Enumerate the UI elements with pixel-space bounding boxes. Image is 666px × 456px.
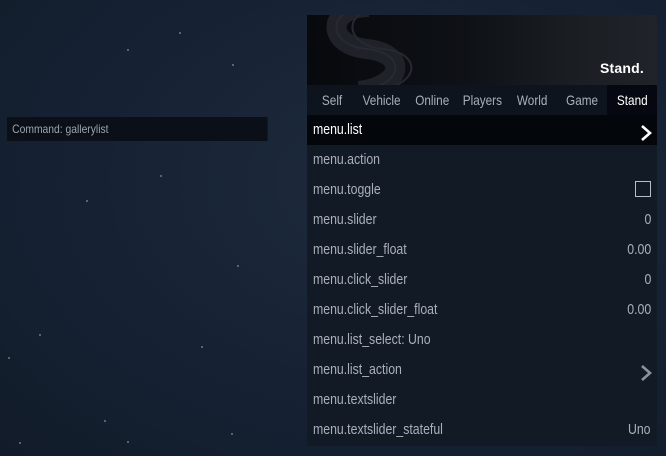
tab-online[interactable]: Online [407, 85, 457, 115]
star-dot [231, 433, 233, 435]
menu-item-menu-list-select-uno[interactable]: menu.list_select: Uno [307, 325, 657, 355]
tab-bar: Self Vehicle Online Players World Game Stand [307, 85, 657, 115]
menu-item-label: menu.list_action [313, 361, 402, 378]
command-text: Command: gallerylist [12, 122, 109, 136]
menu-item-label: menu.click_slider_float [313, 301, 438, 318]
menu-item-menu-click-slider[interactable]: menu.click_slider 0 [307, 265, 657, 295]
star-dot [179, 32, 181, 34]
menu-item-menu-textslider[interactable]: menu.textslider [307, 385, 657, 415]
star-dot [127, 49, 129, 51]
command-console[interactable]: Command: gallerylist [7, 117, 268, 141]
menu-header: Stand. [307, 15, 657, 85]
tab-label: World [516, 92, 548, 108]
menu-item-menu-textslider-stateful[interactable]: menu.textslider_stateful Uno [307, 415, 657, 445]
tab-label: Online [415, 92, 449, 108]
menu-item-value: 0.00 [627, 301, 651, 318]
star-dot [19, 442, 21, 444]
tab-label: Stand [616, 92, 648, 108]
stand-menu: Stand. Self Vehicle Online Players World Game… [307, 15, 657, 446]
menu-item-label: menu.slider [313, 211, 377, 228]
menu-item-menu-slider-float[interactable]: menu.slider_float 0.00 [307, 235, 657, 265]
menu-item-menu-click-slider-float[interactable]: menu.click_slider_float 0.00 [307, 295, 657, 325]
menu-item-menu-slider[interactable]: menu.slider 0 [307, 205, 657, 235]
star-dot [104, 420, 106, 422]
tab-vehicle[interactable]: Vehicle [357, 85, 407, 115]
star-dot [237, 265, 239, 267]
menu-item-value: 0 [644, 211, 651, 228]
star-dot [201, 346, 203, 348]
chevron-right-icon [639, 362, 653, 381]
star-dot [160, 175, 162, 177]
menu-item-label: menu.action [313, 151, 381, 168]
tab-label: Self [321, 92, 343, 108]
tab-label: Players [462, 92, 502, 108]
toggle-checkbox[interactable] [635, 181, 651, 197]
menu-item-value: 0 [644, 271, 651, 288]
tab-stand[interactable]: Stand [607, 85, 657, 115]
menu-item-label: menu.list_select: Uno [313, 331, 431, 348]
tab-world[interactable]: World [507, 85, 557, 115]
tab-label: Game [565, 92, 599, 108]
star-dot [8, 357, 10, 359]
star-dot [39, 334, 41, 336]
menu-item-menu-toggle[interactable]: menu.toggle [307, 175, 657, 205]
menu-item-menu-list[interactable]: menu.list [307, 115, 657, 145]
brand-name: Stand. [600, 60, 644, 76]
menu-item-value: Uno [628, 421, 651, 438]
menu-item-label: menu.textslider [313, 391, 397, 408]
star-dot [127, 441, 129, 443]
star-dot [86, 200, 88, 202]
star-dot [232, 64, 234, 66]
menu-item-menu-list-action[interactable]: menu.list_action [307, 355, 657, 385]
menu-item-label: menu.slider_float [313, 241, 407, 258]
menu-item-label: menu.textslider_stateful [313, 421, 443, 438]
menu-item-value: 0.00 [627, 241, 651, 258]
tab-self[interactable]: Self [307, 85, 357, 115]
menu-item-label: menu.toggle [313, 181, 381, 198]
menu-item-label: menu.click_slider [313, 271, 408, 288]
menu-item-label: menu.list [313, 121, 363, 138]
menu-item-menu-action[interactable]: menu.action [307, 145, 657, 175]
chevron-right-icon [639, 122, 653, 141]
tab-game[interactable]: Game [557, 85, 607, 115]
tab-players[interactable]: Players [457, 85, 507, 115]
menu-list: menu.list menu.action menu.toggle menu.slid… [307, 115, 657, 445]
tab-label: Vehicle [363, 92, 401, 108]
